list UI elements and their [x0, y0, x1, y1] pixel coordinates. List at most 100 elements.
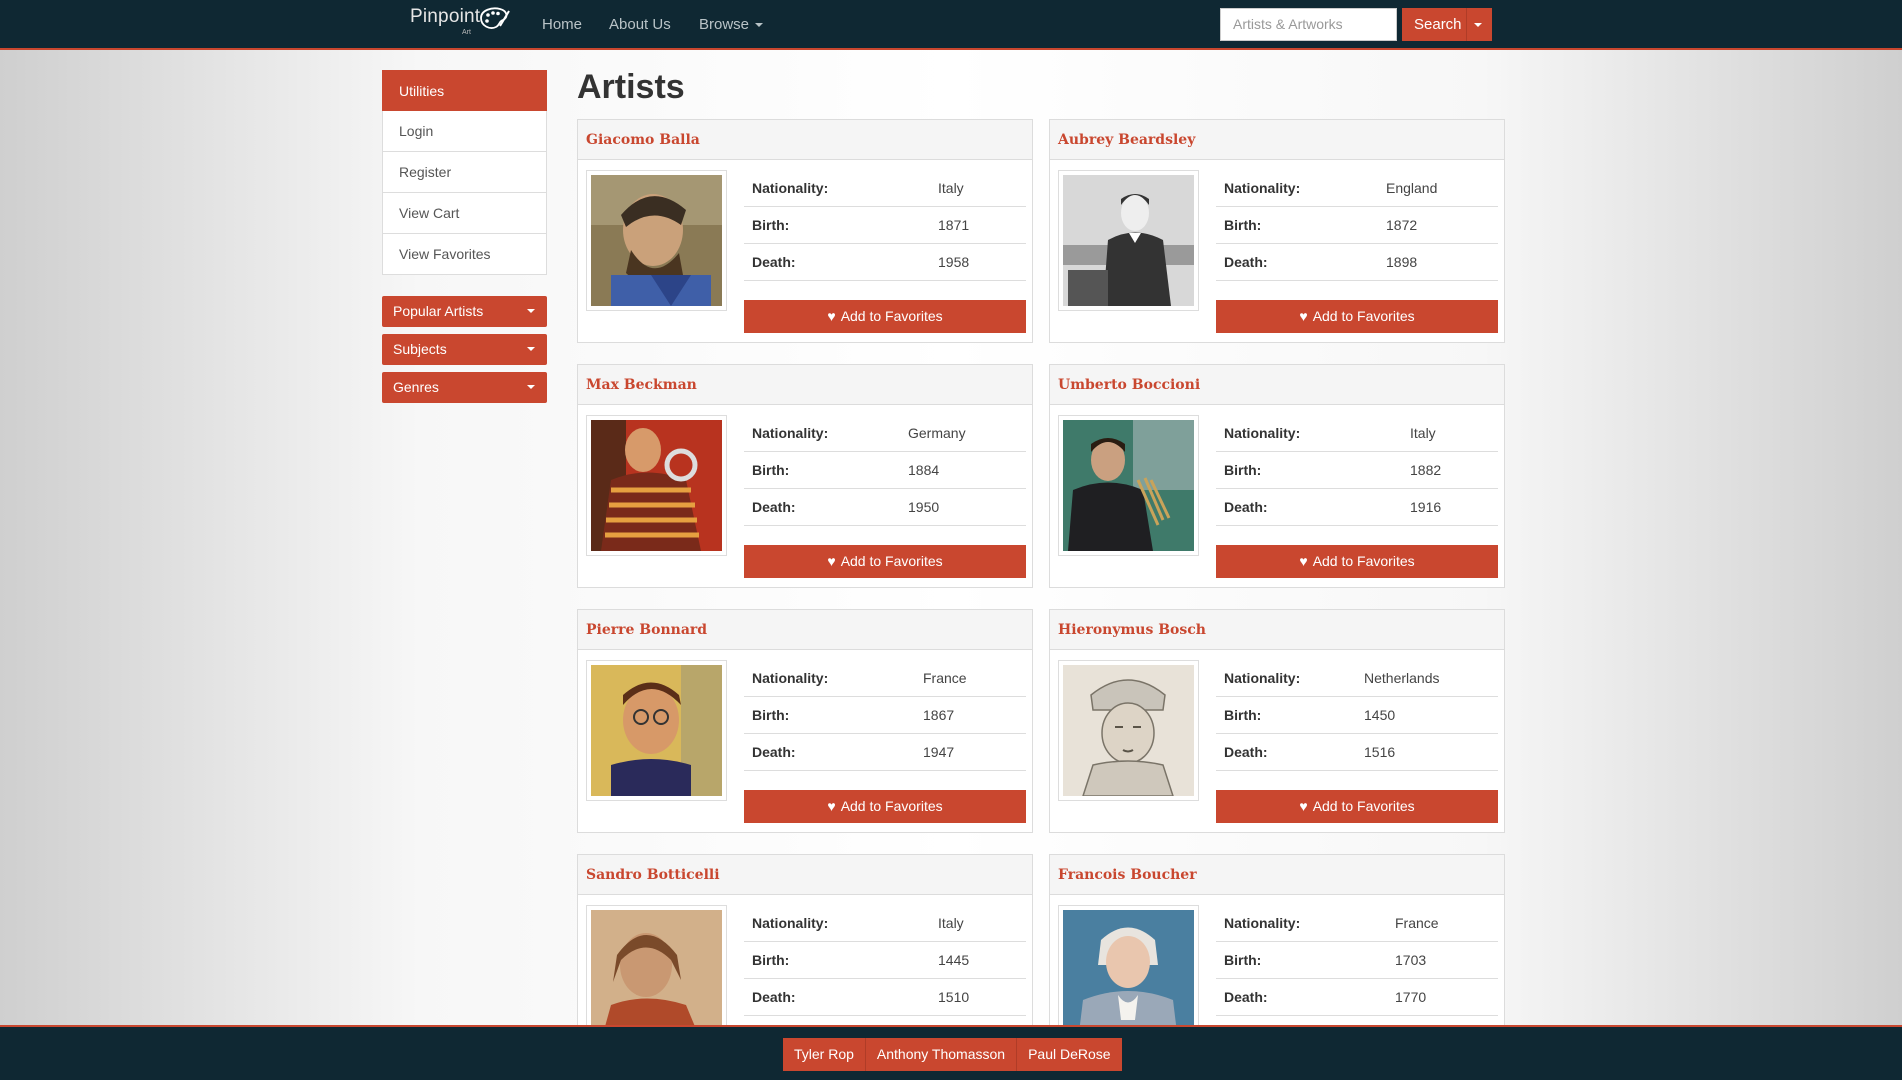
table-row: Death: 1947: [744, 734, 1026, 771]
birth-label: Birth:: [1224, 217, 1262, 233]
portrait-image: [1063, 910, 1194, 1041]
popular-artists-dropdown[interactable]: Popular Artists: [382, 296, 547, 327]
author-button-tyler-rop[interactable]: Tyler Rop: [783, 1038, 865, 1071]
add-to-favorites-button[interactable]: ♥ Add to Favorites: [744, 545, 1026, 578]
birth-value: 1703: [1395, 952, 1427, 968]
nationality-value: England: [1386, 180, 1438, 196]
sidebar-item-login[interactable]: Login: [382, 111, 547, 152]
add-to-favorites-button[interactable]: ♥ Add to Favorites: [744, 300, 1026, 333]
nav-home[interactable]: Home: [542, 16, 582, 33]
artist-portrait[interactable]: [1058, 170, 1199, 311]
heart-icon: ♥: [827, 798, 836, 814]
add-to-favorites-button[interactable]: ♥ Add to Favorites: [744, 790, 1026, 823]
sidebar-item-utilities[interactable]: Utilities: [382, 70, 547, 111]
nationality-value: Italy: [938, 180, 964, 196]
artist-name-link[interactable]: Aubrey Beardsley: [1058, 132, 1195, 148]
author-button-paul-derose[interactable]: Paul DeRose: [1016, 1038, 1122, 1071]
card-header: Hieronymus Bosch: [1050, 610, 1504, 650]
artist-name-link[interactable]: Max Beckman: [586, 377, 697, 393]
artist-name-link[interactable]: Francois Boucher: [1058, 867, 1197, 883]
genres-dropdown[interactable]: Genres: [382, 372, 547, 403]
artist-portrait[interactable]: [586, 170, 727, 311]
death-label: Death:: [752, 989, 796, 1005]
chevron-down-icon: [527, 385, 535, 389]
artist-portrait[interactable]: [1058, 660, 1199, 801]
nationality-value: France: [1395, 915, 1439, 931]
death-value: 1516: [1364, 744, 1396, 760]
button-divider: [1466, 8, 1467, 41]
table-row: Birth: 1882: [1216, 452, 1498, 489]
nationality-value: Netherlands: [1364, 670, 1440, 686]
artist-card: Pierre Bonnard Nationality: France Birth:…: [577, 609, 1033, 833]
nav-about-us[interactable]: About Us: [609, 16, 671, 33]
birth-value: 1882: [1410, 462, 1442, 478]
page-title: Artists: [577, 68, 685, 106]
table-row: Nationality: Italy: [1216, 415, 1498, 452]
nav-browse-label: Browse: [699, 16, 750, 33]
artist-card: Umberto Boccioni Nationality: Italy Birth…: [1049, 364, 1505, 588]
card-header: Sandro Botticelli: [578, 855, 1032, 895]
artist-name-link[interactable]: Giacomo Balla: [586, 132, 700, 148]
button-label: Add to Favorites: [840, 553, 943, 569]
card-header: Giacomo Balla: [578, 120, 1032, 160]
subjects-dropdown[interactable]: Subjects: [382, 334, 547, 365]
artist-portrait[interactable]: [1058, 415, 1199, 556]
heart-icon: ♥: [827, 308, 836, 324]
nav-browse[interactable]: Browse: [699, 16, 764, 33]
death-label: Death:: [752, 499, 796, 515]
card-header: Aubrey Beardsley: [1050, 120, 1504, 160]
artist-portrait[interactable]: [586, 415, 727, 556]
search-button[interactable]: Search: [1402, 8, 1492, 41]
death-value: 1898: [1386, 254, 1418, 270]
artist-name-link[interactable]: Sandro Botticelli: [586, 867, 720, 883]
chevron-down-icon: [527, 309, 535, 313]
table-row: Nationality: Netherlands: [1216, 660, 1498, 697]
artist-info-table: Nationality: Netherlands Birth: 1450 Death…: [1216, 660, 1498, 771]
artist-name-link[interactable]: Hieronymus Bosch: [1058, 622, 1206, 638]
death-label: Death:: [1224, 254, 1268, 270]
birth-value: 1872: [1386, 217, 1418, 233]
button-label: Add to Favorites: [840, 798, 943, 814]
table-row: Nationality: England: [1216, 170, 1498, 207]
add-to-favorites-button[interactable]: ♥ Add to Favorites: [1216, 545, 1498, 578]
birth-label: Birth:: [752, 707, 790, 723]
dropdown-label: Genres: [393, 379, 439, 395]
artist-name-link[interactable]: Umberto Boccioni: [1058, 377, 1200, 393]
button-label: Add to Favorites: [840, 308, 943, 324]
portrait-image: [591, 175, 722, 306]
sidebar-item-view-favorites[interactable]: View Favorites: [382, 234, 547, 275]
search-dropdown-toggle[interactable]: [1474, 23, 1482, 27]
nationality-value: Italy: [1410, 425, 1436, 441]
table-row: Death: 1510: [744, 979, 1026, 1016]
add-to-favorites-button[interactable]: ♥ Add to Favorites: [1216, 790, 1498, 823]
nationality-label: Nationality:: [1224, 915, 1301, 931]
death-label: Death:: [1224, 744, 1268, 760]
author-button-anthony-thomasson[interactable]: Anthony Thomasson: [864, 1038, 1016, 1071]
death-label: Death:: [1224, 989, 1268, 1005]
add-to-favorites-button[interactable]: ♥ Add to Favorites: [1216, 300, 1498, 333]
table-row: Birth: 1703: [1216, 942, 1498, 979]
nationality-label: Nationality:: [1224, 670, 1301, 686]
dropdown-label: Subjects: [393, 341, 447, 357]
artist-portrait[interactable]: [586, 660, 727, 801]
card-header: Francois Boucher: [1050, 855, 1504, 895]
death-value: 1916: [1410, 499, 1442, 515]
sidebar-item-view-cart[interactable]: View Cart: [382, 193, 547, 234]
birth-label: Birth:: [1224, 462, 1262, 478]
brand-logo[interactable]: Pinpoint Art: [410, 6, 510, 36]
birth-value: 1884: [908, 462, 940, 478]
heart-icon: ♥: [827, 553, 836, 569]
sidebar-item-register[interactable]: Register: [382, 152, 547, 193]
card-header: Pierre Bonnard: [578, 610, 1032, 650]
birth-value: 1871: [938, 217, 970, 233]
nationality-value: France: [923, 670, 967, 686]
table-row: Nationality: Italy: [744, 170, 1026, 207]
nationality-label: Nationality:: [752, 670, 829, 686]
birth-label: Birth:: [752, 217, 790, 233]
portrait-image: [1063, 175, 1194, 306]
artist-info-table: Nationality: England Birth: 1872 Death: 189…: [1216, 170, 1498, 281]
artist-name-link[interactable]: Pierre Bonnard: [586, 622, 707, 638]
button-label: Add to Favorites: [1312, 308, 1415, 324]
death-label: Death:: [1224, 499, 1268, 515]
search-input[interactable]: Artists & Artworks: [1220, 8, 1397, 41]
